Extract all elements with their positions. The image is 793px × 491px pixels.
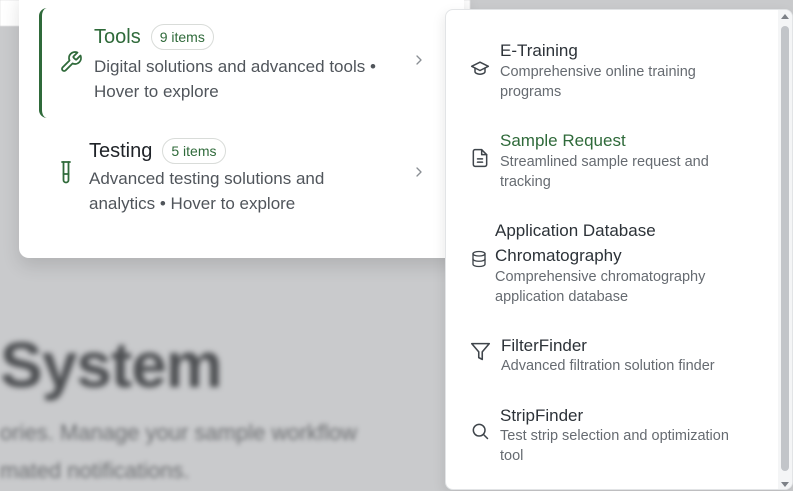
submenu-item-stripfinder[interactable]: StripFinder Test strip selection and opt… xyxy=(446,403,776,473)
search-icon xyxy=(470,421,490,446)
category-title: Tools xyxy=(94,25,141,48)
submenu-item-description: Test strip selection and optimization to… xyxy=(500,428,729,464)
category-item-tools[interactable]: Tools 9 items Digital solutions and adva… xyxy=(39,8,422,118)
filter-icon xyxy=(470,341,491,367)
wrench-icon xyxy=(59,50,83,79)
submenu-item-title: FilterFinder xyxy=(501,336,587,355)
category-title: Testing xyxy=(89,139,153,162)
category-item-testing[interactable]: Testing 5 items Advanced testing solutio… xyxy=(39,130,422,230)
submenu-item-sample-request[interactable]: Sample Request Streamlined sample reques… xyxy=(446,128,776,198)
graduation-cap-icon xyxy=(470,58,490,83)
category-description: Advanced testing solutions and analytics… xyxy=(89,169,325,213)
background-text-line-2: mated notifications. xyxy=(0,458,190,483)
submenu-item-title: Sample Request xyxy=(500,131,626,150)
submenu-scrollbar[interactable] xyxy=(778,10,792,489)
submenu-item-title: E-Training xyxy=(500,41,578,60)
chevron-right-icon xyxy=(411,52,427,73)
submenu-item-title: Application Database Chromatography xyxy=(495,221,656,265)
scroll-down-arrow-icon[interactable] xyxy=(781,482,789,487)
scroll-up-arrow-icon[interactable] xyxy=(781,14,789,19)
background-text-line-1: ories. Manage your sample workflow xyxy=(0,420,358,445)
submenu-item-description: Comprehensive online training programs xyxy=(500,64,696,100)
document-icon xyxy=(470,148,490,173)
submenu-item-application-database[interactable]: Application Database Chromatography Comp… xyxy=(446,218,776,318)
submenu-panel: E-Training Comprehensive online training… xyxy=(445,9,793,490)
database-icon xyxy=(470,250,488,273)
item-count-badge: 5 items xyxy=(162,138,226,164)
category-description: Digital solutions and advanced tools • H… xyxy=(94,57,376,101)
submenu-item-description: Streamlined sample request and tracking xyxy=(500,154,709,190)
submenu-item-description: Advanced filtration solution finder xyxy=(501,358,715,374)
submenu-item-e-training[interactable]: E-Training Comprehensive online training… xyxy=(446,38,776,108)
chevron-right-icon xyxy=(411,164,427,185)
background-title: System xyxy=(0,329,223,401)
submenu-item-description: Comprehensive chromatography application… xyxy=(495,269,706,305)
submenu-item-filterfinder[interactable]: FilterFinder Advanced filtration solutio… xyxy=(446,333,776,383)
scrollbar-thumb[interactable] xyxy=(781,26,789,471)
test-tube-icon xyxy=(56,160,78,191)
submenu-item-title: StripFinder xyxy=(500,406,584,425)
item-count-badge: 9 items xyxy=(150,24,214,50)
category-menu-panel: Tools 9 items Digital solutions and adva… xyxy=(19,0,464,258)
